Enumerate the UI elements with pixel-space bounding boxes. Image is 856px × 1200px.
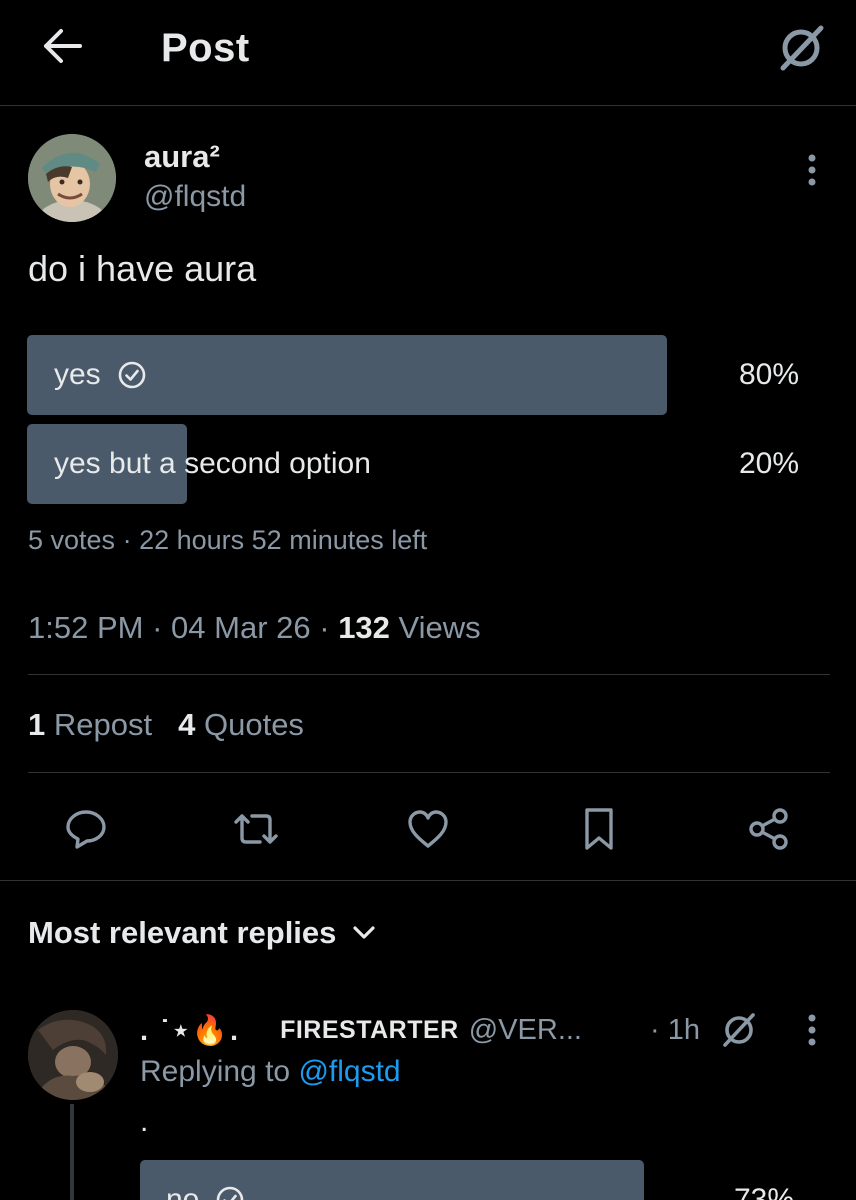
post-stats: 1 Repost 4 Quotes [28, 707, 304, 743]
quotes-label: Quotes [203, 707, 304, 742]
reposts-count: 1 [28, 707, 46, 742]
post-more-button[interactable] [794, 150, 830, 190]
section-divider [0, 880, 856, 881]
more-vertical-icon [808, 1014, 816, 1046]
views-label[interactable]: Views [399, 610, 481, 645]
author-avatar[interactable] [28, 134, 116, 222]
chevron-down-icon [352, 925, 376, 941]
bookmark-button[interactable] [574, 804, 624, 854]
grok-button[interactable] [772, 18, 830, 76]
author-name[interactable]: aura² [144, 139, 220, 175]
reply-author-handle[interactable]: @VER... [469, 1014, 582, 1047]
separator: · [152, 610, 163, 645]
poll-votes: 5 votes [28, 525, 116, 555]
author-handle[interactable]: @flqstd [144, 180, 246, 214]
replying-to-mention[interactable]: @flqstd [298, 1055, 400, 1088]
poll-option-percent: 73% [733, 1183, 794, 1200]
reply-button[interactable] [61, 804, 111, 854]
quotes-count: 4 [178, 707, 196, 742]
heart-icon [408, 810, 448, 848]
reply-more-button[interactable] [794, 1010, 830, 1050]
share-button[interactable] [744, 804, 794, 854]
poll-option-percent: 80% [738, 358, 799, 391]
back-button[interactable] [38, 22, 86, 70]
divider [28, 674, 830, 675]
views-count[interactable]: 132 [338, 610, 390, 645]
arrow-left-icon [44, 29, 82, 63]
poll-option: yes 80% [27, 335, 827, 415]
reply-name-decoration: . ˙⋆🔥. [140, 1014, 241, 1047]
check-circle-icon [117, 360, 147, 390]
poll-option-label: yes but a second option [54, 447, 371, 480]
reply-text: . [140, 1105, 149, 1138]
grok-icon [780, 25, 824, 71]
separator: · [122, 525, 132, 555]
separator: · [319, 610, 330, 645]
reply-icon [66, 810, 106, 849]
avatar-image [28, 1010, 118, 1100]
reply-author-name[interactable]: FIRESTARTER [280, 1016, 459, 1045]
post-time: 1:52 PM [28, 610, 144, 645]
poll-option-percent: 20% [738, 447, 799, 480]
reply-poll-option: no 73% [140, 1160, 830, 1200]
reply-header: . ˙⋆🔥. FIRESTARTER @VER... [140, 1010, 582, 1050]
poll-option-label: yes [54, 358, 101, 391]
poll-option-label: no [166, 1183, 200, 1200]
page-title: Post [161, 26, 250, 70]
reply-time[interactable]: · 1h [650, 1010, 700, 1050]
reposts-link[interactable]: 1 Repost [28, 707, 152, 742]
post-detail-screen: Post aura² @flqstd do i have aura yes 80… [0, 0, 856, 1200]
replies-sort-dropdown[interactable]: Most relevant replies [28, 915, 376, 951]
check-circle-icon [215, 1185, 245, 1200]
thread-line [70, 1104, 74, 1200]
post-timestamp: 1:52 PM · 04 Mar 26 · 132 Views [28, 610, 481, 646]
poll-time-left: 22 hours 52 minutes left [139, 525, 428, 555]
top-bar: Post [0, 0, 856, 106]
replies-sort-label: Most relevant replies [28, 915, 337, 950]
replying-to-label: Replying to [140, 1055, 291, 1088]
reposts-label: Repost [53, 707, 153, 742]
grok-icon [723, 1013, 755, 1047]
share-icon [749, 808, 788, 850]
repost-icon [234, 814, 278, 844]
quotes-link[interactable]: 4 Quotes [178, 707, 304, 742]
post-date: 04 Mar 26 [171, 610, 311, 645]
divider [28, 772, 830, 773]
avatar-image [28, 134, 116, 222]
reply-grok-button[interactable] [714, 1004, 764, 1054]
bookmark-icon [585, 808, 613, 850]
more-vertical-icon [808, 154, 816, 186]
like-button[interactable] [403, 804, 453, 854]
repost-button[interactable] [231, 804, 281, 854]
poll-meta: 5 votes · 22 hours 52 minutes left [28, 525, 427, 556]
reply-avatar[interactable] [28, 1010, 118, 1100]
poll-option: yes but a second option 20% [27, 424, 827, 504]
replying-to: Replying to @flqstd [140, 1055, 401, 1089]
post-text: do i have aura [28, 248, 257, 289]
